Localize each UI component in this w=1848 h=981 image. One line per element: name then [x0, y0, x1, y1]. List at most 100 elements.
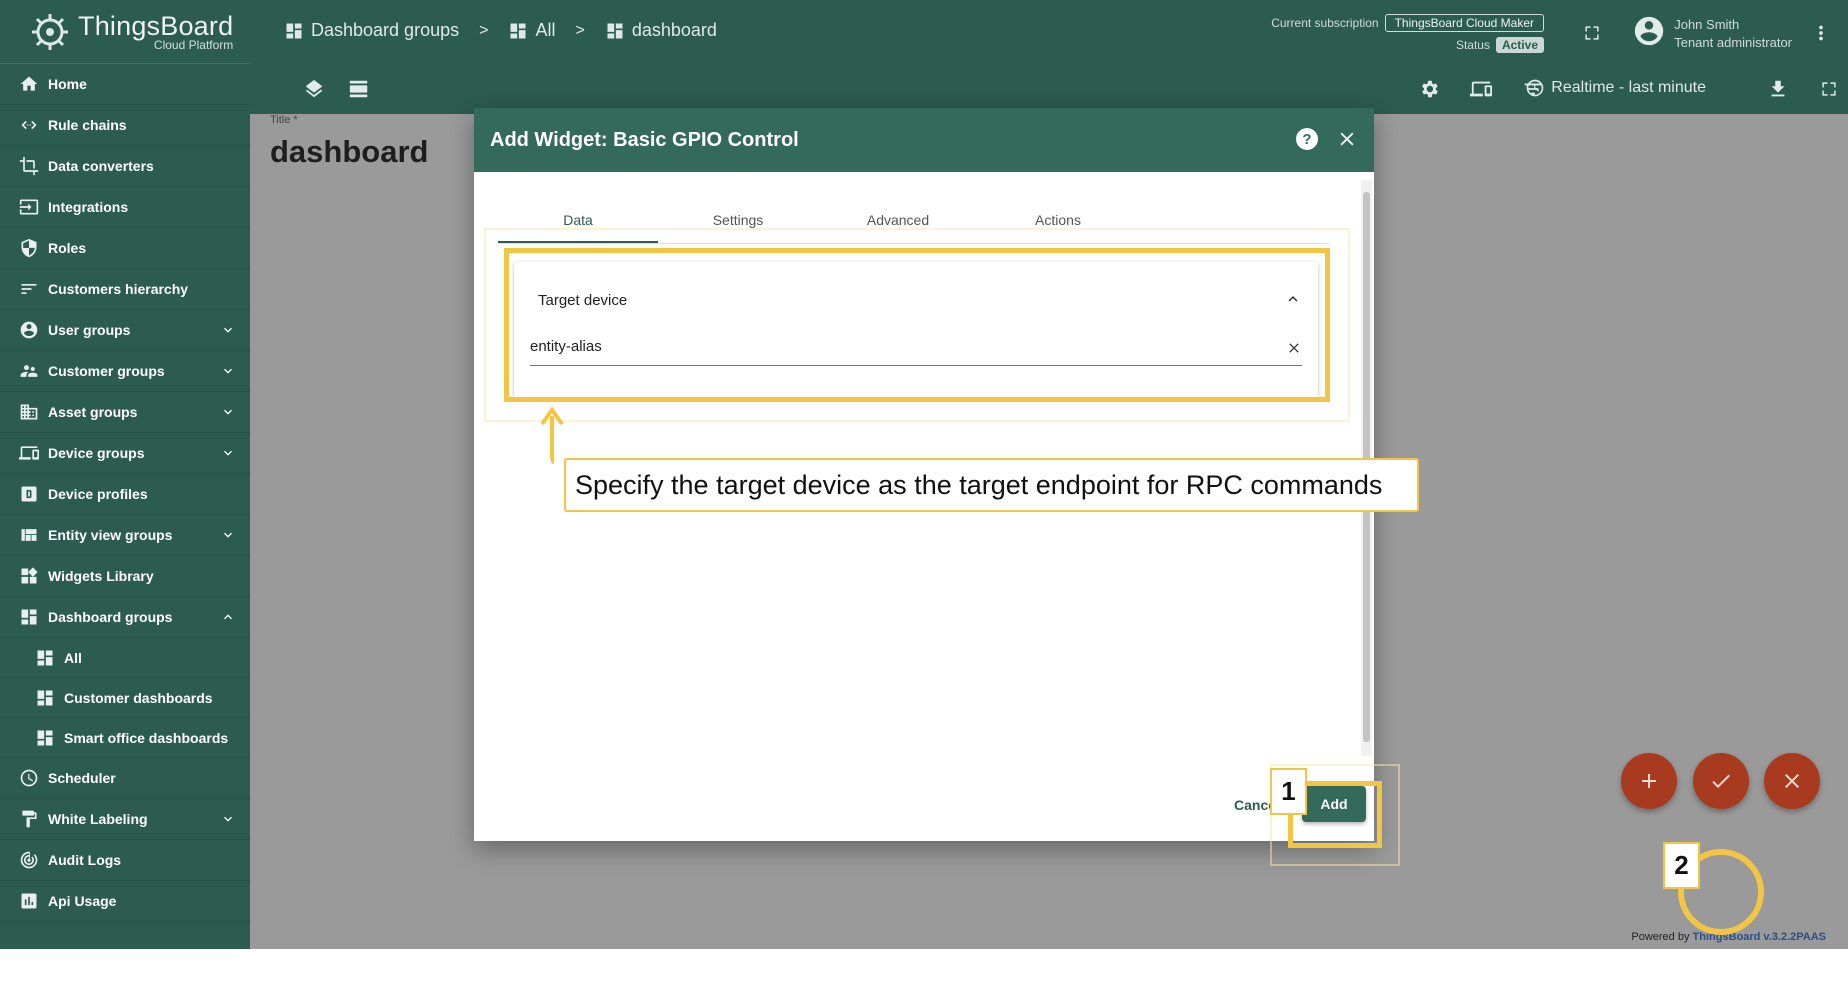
chevron-down-icon — [220, 811, 236, 827]
chevron-down-icon — [220, 404, 236, 420]
sidebar-item-label: Dashboard groups — [48, 609, 173, 625]
brand-subtitle: Cloud Platform — [153, 37, 234, 52]
sidebar-item-audit-logs[interactable]: Audit Logs — [0, 840, 250, 881]
account-circle-icon — [18, 319, 40, 341]
clock-icon — [1526, 79, 1544, 97]
timewindow-button[interactable]: Realtime - last minute — [1525, 78, 1706, 98]
user-menu[interactable]: John Smith Tenant administrator — [1632, 14, 1792, 53]
chevron-down-icon — [220, 527, 236, 543]
sidebar-item-dashboard-groups[interactable]: Dashboard groups — [0, 597, 250, 638]
breadcrumb-separator: > — [575, 21, 585, 39]
gear-icon[interactable] — [1418, 78, 1440, 105]
dashboard-icon — [18, 606, 40, 628]
sidebar-item-customer-groups[interactable]: Customer groups — [0, 351, 250, 392]
sidebar-item-smart-office-dashboards[interactable]: Smart office dashboards — [0, 718, 250, 758]
close-icon — [1785, 774, 1799, 788]
plus-icon — [1642, 774, 1656, 788]
sidebar-item-label: User groups — [48, 322, 131, 338]
sidebar-item-rule-chains[interactable]: Rule chains — [0, 105, 250, 146]
sidebar-item-device-groups[interactable]: Device groups — [0, 433, 250, 474]
insert-chart-icon — [18, 890, 40, 912]
shield-icon — [18, 237, 40, 259]
widgets-icon — [18, 565, 40, 587]
input-icon — [18, 196, 40, 218]
user-role: Tenant administrator — [1674, 34, 1792, 50]
breadcrumb-item[interactable]: Dashboard groups — [284, 20, 459, 41]
supervisor-icon — [18, 360, 40, 382]
breadcrumb-item: dashboard — [605, 20, 717, 41]
devices-icon — [18, 442, 40, 464]
sidebar-item-label: Smart office dashboards — [64, 729, 229, 746]
sidebar-item-integrations[interactable]: Integrations — [0, 187, 250, 228]
apply-changes-button[interactable] — [1693, 753, 1749, 809]
sidebar-item-home[interactable]: Home — [0, 64, 250, 105]
brand-logo[interactable]: ThingsBoard Cloud Platform — [0, 0, 250, 64]
sidebar-item-customers-hierarchy[interactable]: Customers hierarchy — [0, 269, 250, 310]
decline-changes-button[interactable] — [1764, 753, 1820, 809]
breadcrumb-label: All — [535, 20, 556, 40]
sidebar-item-label: White Labeling — [48, 811, 148, 827]
dashboard-icon — [34, 687, 56, 709]
subscription-label: Current subscription — [1271, 16, 1379, 30]
sidebar-item-entity-view-groups[interactable]: Entity view groups — [0, 515, 250, 556]
sidebar-item-customer-dashboards[interactable]: Customer dashboards — [0, 678, 250, 718]
sidebar-nav: Home Rule chains Data converters Integra… — [0, 64, 250, 922]
sidebar-item-api-usage[interactable]: Api Usage — [0, 881, 250, 922]
sidebar-item-label: Roles — [48, 240, 87, 256]
devices-icon[interactable] — [1470, 78, 1492, 105]
sidebar-item-roles[interactable]: Roles — [0, 228, 250, 269]
powered-by-text: Powered by — [1631, 931, 1690, 943]
step-badge-2: 2 — [1663, 842, 1700, 889]
sidebar-item-asset-groups[interactable]: Asset groups — [0, 392, 250, 433]
sidebar-item-label: Rule chains — [48, 117, 127, 133]
breadcrumb: Dashboard groups > All > dashboard — [284, 20, 717, 41]
check-icon — [1712, 774, 1730, 788]
pointer-arrow-icon — [540, 406, 564, 464]
sidebar-item-label: Customers hierarchy — [48, 281, 189, 297]
sidebar-item-label: Audit Logs — [48, 852, 122, 868]
highlight-box — [504, 248, 1330, 402]
rule-chains-icon — [18, 114, 40, 136]
sidebar-item-label: Customer groups — [48, 363, 165, 379]
sidebar-item-scheduler[interactable]: Scheduler — [0, 758, 250, 799]
sidebar-item-device-profiles[interactable]: Device profiles — [0, 474, 250, 515]
subscription-badge[interactable]: ThingsBoard Cloud Maker — [1384, 14, 1544, 32]
view-quilt-icon — [18, 524, 40, 546]
avatar — [1632, 14, 1666, 53]
dashboard-icon — [286, 23, 302, 38]
sidebar-item-user-groups[interactable]: User groups — [0, 310, 250, 351]
breadcrumb-item[interactable]: All — [508, 20, 555, 41]
sidebar-item-white-labeling[interactable]: White Labeling — [0, 799, 250, 840]
help-icon[interactable]: ? — [1296, 128, 1318, 150]
sidebar-item-widgets-library[interactable]: Widgets Library — [0, 556, 250, 597]
fullscreen-icon[interactable] — [1581, 22, 1603, 49]
close-icon[interactable] — [1336, 128, 1358, 156]
sidebar-item-data-converters[interactable]: Data converters — [0, 146, 250, 187]
sidebar-item-label: Scheduler — [48, 770, 116, 786]
more-vert-icon[interactable] — [1810, 22, 1832, 49]
sidebar-item-label: Home — [48, 76, 87, 92]
dialog-header: Add Widget: Basic GPIO Control ? — [474, 108, 1374, 172]
title-label: Title * — [270, 114, 298, 126]
status-badge: Active — [1495, 37, 1544, 53]
download-icon[interactable] — [1767, 78, 1789, 105]
sidebar-item-label: Data converters — [48, 158, 154, 174]
dashboard-icon — [34, 727, 56, 749]
domain-icon — [18, 401, 40, 423]
sidebar-item-all[interactable]: All — [0, 638, 250, 678]
thingsboard-logo-icon — [32, 13, 68, 50]
view-day-icon[interactable] — [348, 78, 370, 105]
tutorial-callout: Specify the target device as the target … — [564, 458, 1419, 512]
sidebar-item-label: All — [64, 649, 82, 666]
layers-icon[interactable] — [303, 78, 325, 105]
page-title[interactable]: dashboard — [270, 134, 428, 170]
step-badge-1: 1 — [1270, 768, 1307, 815]
chevron-up-icon — [220, 609, 236, 625]
dashboard-toolbar: Realtime - last minute — [250, 70, 1848, 110]
add-widget-button[interactable] — [1621, 753, 1677, 809]
fullscreen-icon[interactable] — [1818, 78, 1840, 105]
breadcrumb-label: Dashboard groups — [311, 20, 460, 40]
sidebar-item-label: Api Usage — [48, 893, 117, 909]
sort-icon — [18, 278, 40, 300]
sidebar-item-label: Widgets Library — [48, 568, 154, 584]
